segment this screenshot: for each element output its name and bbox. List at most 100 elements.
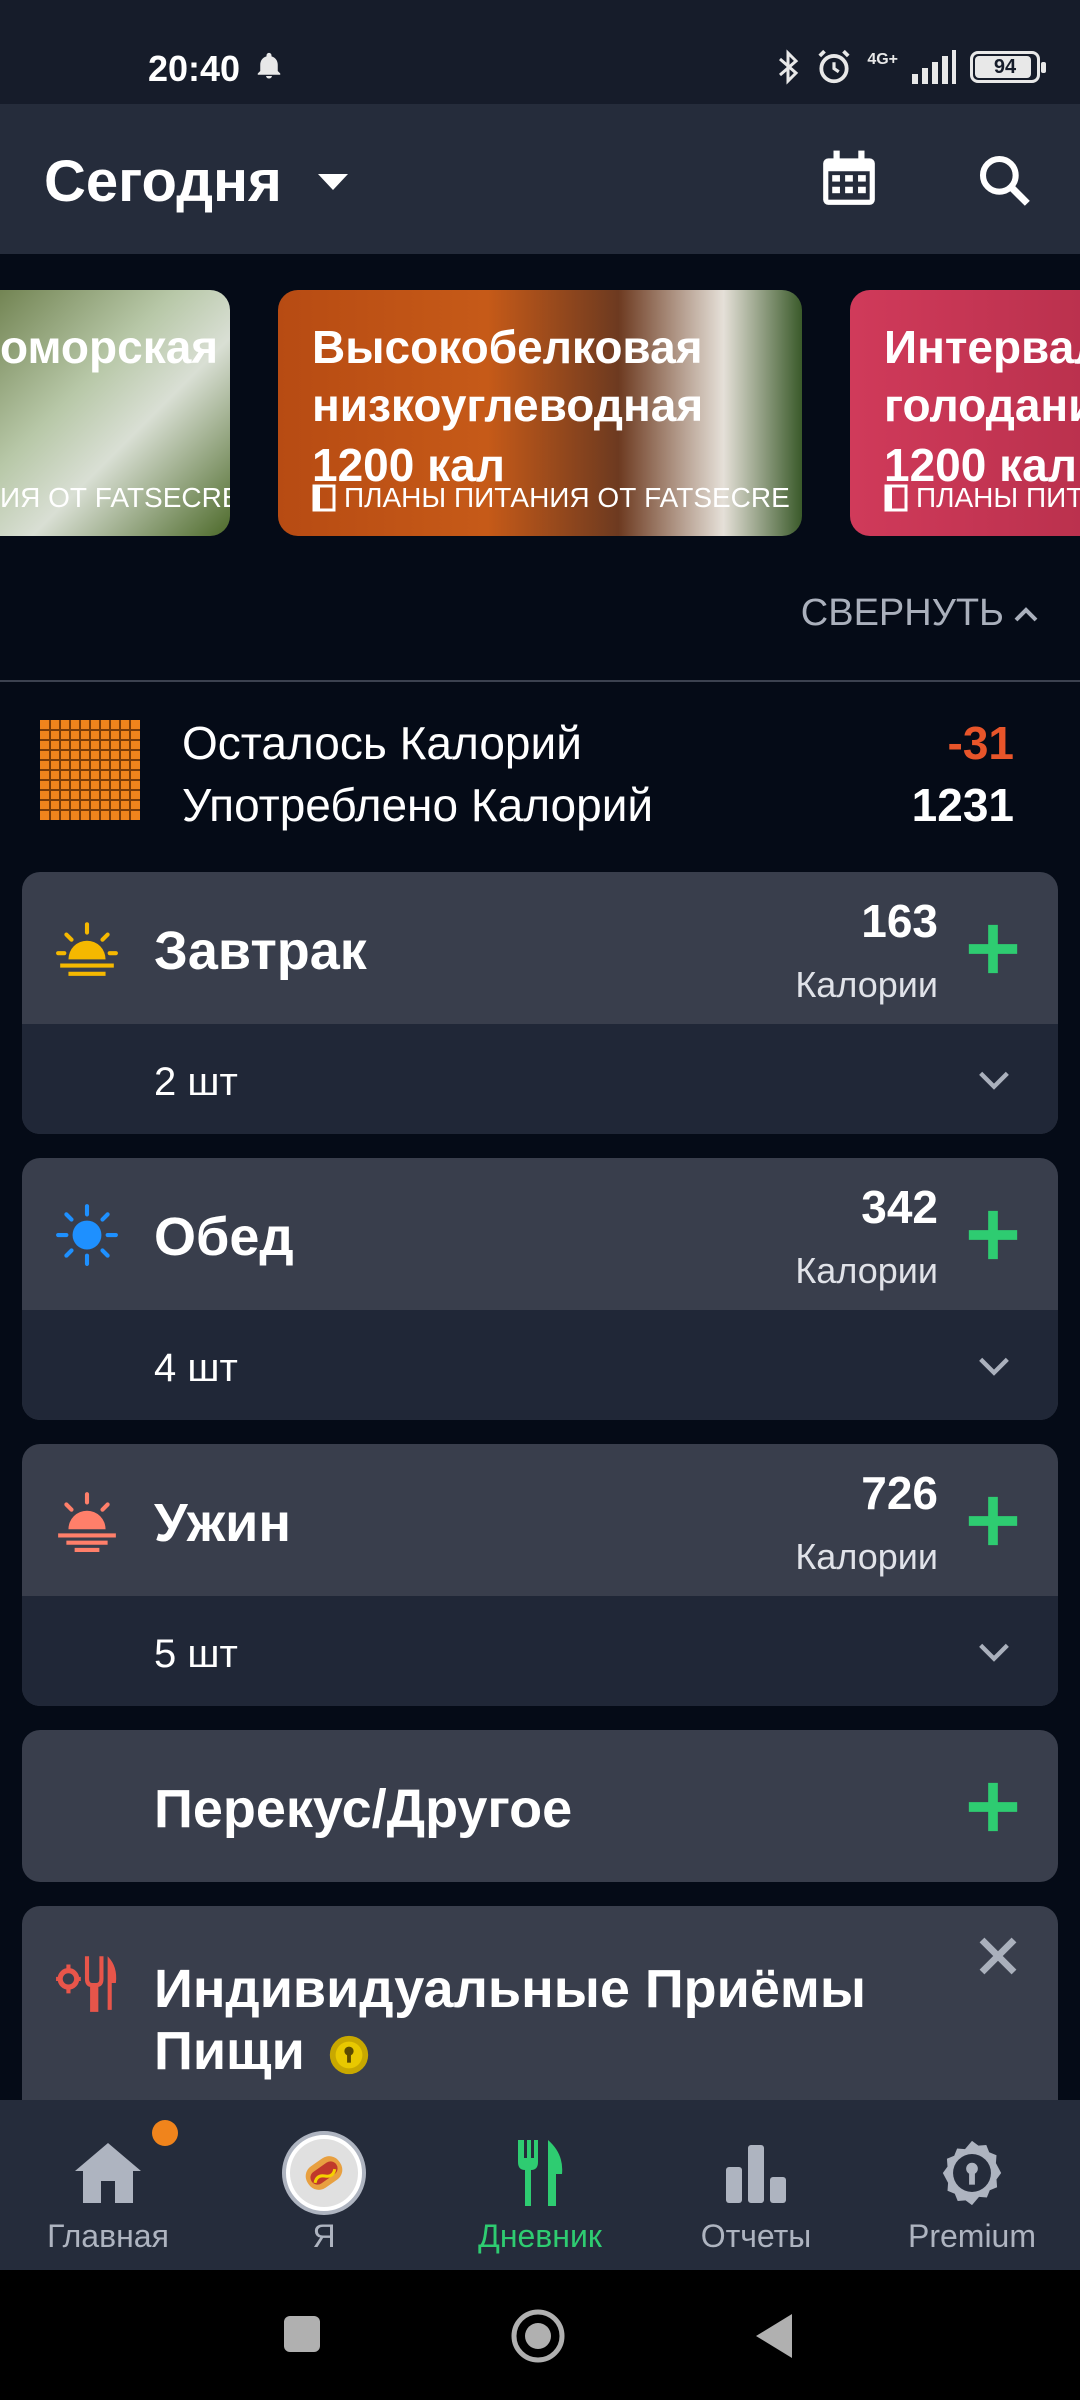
consumed-calories-label: Употреблено Калорий	[182, 779, 654, 831]
meal-name: Индивидуальные Приёмы Пищи	[154, 1958, 914, 2082]
home-icon	[75, 2143, 141, 2203]
calorie-grid-icon	[40, 720, 140, 820]
meal-plan-title-line2: голодани	[884, 379, 1080, 431]
meal-calories-label: Калории	[795, 1250, 938, 1291]
nav-label: Главная	[47, 2218, 169, 2254]
meal-name: Ужин	[154, 1493, 291, 1553]
meal-plan-subtitle: ПЛАНЫ ПИТ	[884, 482, 1080, 514]
battery-level: 94	[993, 55, 1017, 78]
meal-card-breakfast[interactable]: Завтрак 163 Калории 2 шт	[22, 872, 1058, 1134]
meal-name: Завтрак	[154, 921, 367, 981]
nav-reports[interactable]: Отчеты	[648, 2100, 864, 2270]
meal-name: Перекус/Другое	[154, 1779, 573, 1839]
alarm-icon	[818, 49, 850, 84]
nav-diary[interactable]: Дневник	[432, 2100, 648, 2270]
book-icon	[884, 484, 908, 512]
meal-item-count: 4 шт	[154, 1346, 238, 1390]
bell-icon	[257, 52, 281, 79]
meal-plan-title-line1: Интервал	[884, 321, 1080, 373]
collapse-label: СВЕРНУТЬ	[800, 592, 1004, 634]
meal-items-toggle[interactable]: 5 шт	[22, 1596, 1058, 1706]
collapse-button[interactable]: СВЕРНУТЬ	[801, 592, 1040, 635]
meal-name: Обед	[154, 1207, 294, 1267]
meal-plan-title: Высокобелковая низкоуглеводная	[312, 318, 703, 434]
chevron-up-icon	[1014, 606, 1038, 621]
meal-card-lunch[interactable]: Обед 342 Калории 4 шт	[22, 1158, 1058, 1420]
avatar-icon	[282, 2131, 366, 2215]
nav-home[interactable]: Главная	[0, 2100, 216, 2270]
nav-label: Я	[312, 2218, 336, 2254]
meal-items-toggle[interactable]: 2 шт	[22, 1024, 1058, 1134]
meal-plan-subtitle-text: ПЛАНЫ ПИТ	[916, 482, 1080, 513]
signal-icon	[912, 50, 956, 84]
add-food-button[interactable]	[964, 920, 1022, 978]
search-icon[interactable]	[976, 152, 1032, 208]
meal-item-count: 5 шт	[154, 1632, 238, 1676]
meal-calories-label: Калории	[795, 1536, 938, 1577]
meal-card-dinner[interactable]: Ужин 726 Калории 5 шт	[22, 1444, 1058, 1706]
network-label: 4G+	[867, 51, 898, 68]
meal-plan-carousel[interactable]: оморская ИЯ ОТ FATSECRE Высокобелковая н…	[0, 290, 1080, 538]
meal-plan-subtitle: ИЯ ОТ FATSECRE	[0, 482, 230, 513]
home-button[interactable]	[510, 2308, 566, 2364]
meal-calories-label: Калории	[795, 964, 938, 1005]
system-navigation-bar	[0, 2270, 1080, 2400]
add-food-button[interactable]	[964, 1206, 1022, 1264]
sunset-icon	[58, 1492, 116, 1552]
chevron-down-icon[interactable]	[316, 172, 350, 192]
moon-icon	[72, 1784, 96, 1830]
add-food-button[interactable]	[964, 1492, 1022, 1550]
add-food-button[interactable]	[964, 1778, 1022, 1836]
diary-icon	[518, 2140, 563, 2206]
sun-icon	[56, 1204, 118, 1266]
meal-card-snack[interactable]: Перекус/Другое	[22, 1730, 1058, 1882]
consumed-calories-value: 1231	[911, 779, 1014, 831]
nav-label: Дневник	[478, 2218, 602, 2254]
nav-label: Premium	[907, 2218, 1036, 2254]
meal-plan-title: Интервал голодани	[884, 318, 1080, 434]
meal-plan-subtitle: ПЛАНЫ ПИТАНИЯ ОТ FATSECRE	[312, 482, 790, 514]
reports-icon	[726, 2145, 786, 2203]
meal-calories: 163	[861, 895, 938, 947]
calendar-icon[interactable]	[818, 148, 880, 210]
premium-lock-icon	[329, 2035, 368, 2074]
status-time: 20:40	[148, 48, 241, 89]
remaining-calories-label: Осталось Калорий	[182, 717, 582, 769]
custom-meals-icon	[56, 1956, 117, 2012]
custom-meals-card[interactable]: Индивидуальные Приёмы Пищи	[22, 1906, 1058, 2106]
recents-button[interactable]	[282, 2314, 322, 2354]
app-header: Сегодня	[0, 104, 1080, 254]
meal-plan-card[interactable]: Интервал голодани 1200 кал ПЛАНЫ ПИТ	[850, 290, 1080, 536]
meal-plan-card[interactable]: оморская ИЯ ОТ FATSECRE	[0, 290, 230, 536]
close-icon[interactable]	[974, 1932, 1022, 1980]
meal-plan-title-line1: Высокобелковая	[312, 321, 703, 373]
meal-calories: 726	[861, 1467, 938, 1519]
chevron-down-icon	[979, 1357, 1009, 1376]
premium-icon	[942, 2140, 1002, 2206]
remaining-calories-value: -31	[947, 717, 1014, 769]
bluetooth-icon	[779, 49, 799, 85]
nav-me[interactable]: Я	[216, 2100, 432, 2270]
meal-item-count: 2 шт	[154, 1060, 238, 1104]
calorie-summary[interactable]: Осталось Калорий Употреблено Калорий -31…	[0, 700, 1080, 850]
date-selector[interactable]: Сегодня	[44, 148, 282, 215]
meal-items-toggle[interactable]: 4 шт	[22, 1310, 1058, 1420]
meal-plan-title: оморская	[0, 321, 219, 373]
back-button[interactable]	[752, 2312, 796, 2360]
book-icon	[312, 484, 336, 512]
meal-plan-title-line2: низкоуглеводная	[312, 379, 704, 431]
battery-indicator: 94	[970, 51, 1046, 83]
nav-label: Отчеты	[700, 2218, 812, 2254]
bottom-navigation: Главная Я Дневник Отчеты Premium	[0, 2100, 1080, 2270]
chevron-down-icon	[979, 1071, 1009, 1090]
custom-meals-title: Индивидуальные Приёмы Пищи	[154, 1959, 866, 2081]
status-bar: 20:40 4G+ 94	[0, 0, 1080, 104]
meal-plan-subtitle-text: ПЛАНЫ ПИТАНИЯ ОТ FATSECRE	[344, 482, 790, 513]
sunrise-icon	[56, 922, 118, 976]
divider	[0, 680, 1080, 682]
meal-calories: 342	[861, 1181, 938, 1233]
meal-plan-card[interactable]: Высокобелковая низкоуглеводная 1200 кал …	[278, 290, 802, 536]
notification-dot	[152, 2120, 178, 2146]
nav-premium[interactable]: Premium	[864, 2100, 1080, 2270]
chevron-down-icon	[979, 1643, 1009, 1662]
